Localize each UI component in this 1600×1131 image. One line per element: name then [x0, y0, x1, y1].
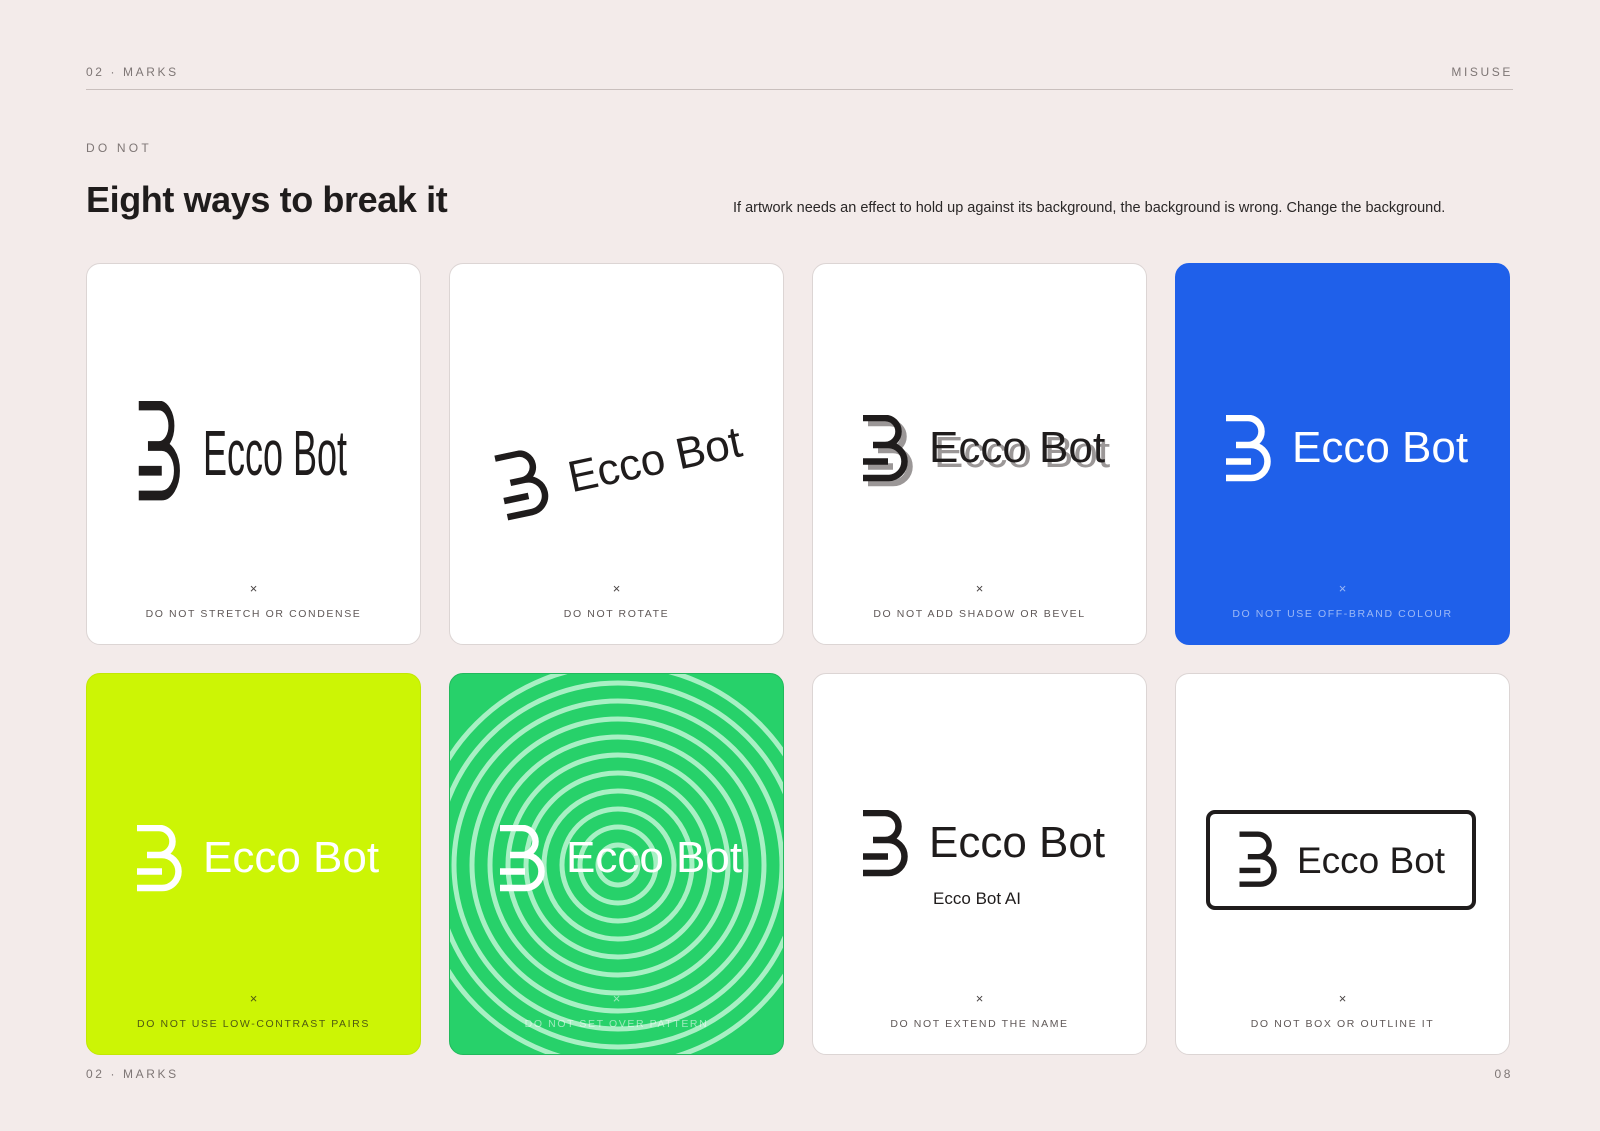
header-topic-label: MISUSE — [1451, 65, 1513, 79]
wordmark: Ecco Bot — [203, 833, 379, 882]
misuse-card-extend-name: Ecco Bot Ecco Bot AI × DO NOT EXTEND THE… — [812, 673, 1147, 1055]
misuse-card-over-pattern: Ecco Bot × DO NOT SET OVER PATTERN — [449, 673, 784, 1055]
cross-icon: × — [249, 581, 258, 596]
wordmark: Ecco Bot — [203, 418, 347, 489]
card-caption: DO NOT EXTEND THE NAME — [890, 1018, 1069, 1030]
footer-section-label: 02 · MARKS — [86, 1067, 179, 1081]
page-number: 08 — [1494, 1067, 1513, 1081]
card-caption: DO NOT ADD SHADOW OR BEVEL — [873, 608, 1086, 620]
cross-icon: × — [1338, 991, 1347, 1006]
card-caption: DO NOT USE LOW-CONTRAST PAIRS — [137, 1018, 370, 1030]
misuse-card-rotate: Ecco Bot × DO NOT ROTATE — [449, 263, 784, 645]
misuse-card-box-outline: Ecco Bot × DO NOT BOX OR OUTLINE IT — [1175, 673, 1510, 1055]
misuse-card-shadow: Ecco Bot Ecco Bot × DO NOT ADD SHADOW OR… — [812, 263, 1147, 645]
wordmark: Ecco Bot — [564, 418, 746, 503]
header-section-label: 02 · MARKS — [86, 65, 179, 79]
misuse-card-low-contrast: Ecco Bot × DO NOT USE LOW-CONTRAST PAIRS — [86, 673, 421, 1055]
cross-icon: × — [249, 991, 258, 1006]
eyebrow: DO NOT — [86, 141, 152, 155]
cross-icon: × — [975, 581, 984, 596]
misuse-grid: Ecco Bot × DO NOT STRETCH OR CONDENSE Ec… — [86, 263, 1510, 1055]
extended-name: Ecco Bot AI — [933, 889, 1021, 908]
wordmark: Ecco Bot — [929, 423, 1105, 472]
cross-icon: × — [975, 991, 984, 1006]
misuse-card-stretch: Ecco Bot × DO NOT STRETCH OR CONDENSE — [86, 263, 421, 645]
wordmark: Ecco Bot — [1297, 840, 1446, 881]
cross-icon: × — [612, 581, 621, 596]
card-caption: DO NOT USE OFF-BRAND COLOUR — [1232, 608, 1453, 620]
wordmark: Ecco Bot — [1292, 423, 1468, 472]
cross-icon: × — [612, 991, 621, 1006]
lede-text: If artwork needs an effect to hold up ag… — [733, 200, 1446, 216]
cross-icon: × — [1338, 581, 1347, 596]
wordmark: Ecco Bot — [566, 833, 742, 882]
page-title: Eight ways to break it — [86, 179, 448, 220]
wordmark: Ecco Bot — [929, 818, 1105, 867]
card-caption: DO NOT STRETCH OR CONDENSE — [145, 608, 362, 620]
card-caption: DO NOT SET OVER PATTERN — [524, 1018, 709, 1030]
header-rule — [86, 89, 1513, 90]
card-caption: DO NOT BOX OR OUTLINE IT — [1250, 1018, 1435, 1030]
misuse-card-off-brand-colour: Ecco Bot × DO NOT USE OFF-BRAND COLOUR — [1175, 263, 1510, 645]
card-caption: DO NOT ROTATE — [563, 608, 670, 620]
